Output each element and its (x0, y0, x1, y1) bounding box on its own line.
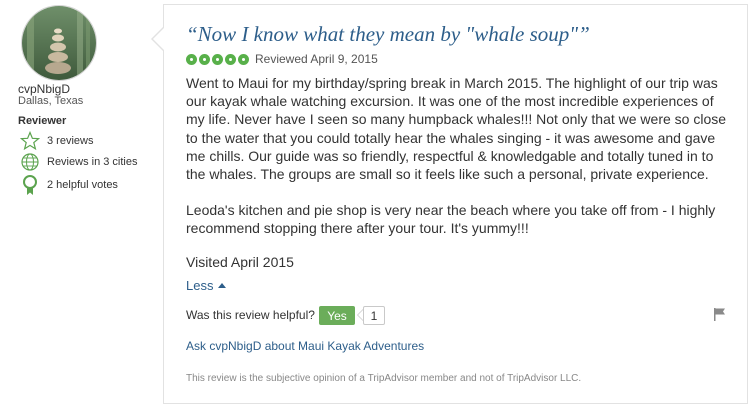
review-paragraph: Went to Maui for my birthday/spring brea… (186, 75, 727, 183)
avatar-image (22, 6, 96, 80)
helpful-question: Was this review helpful? (186, 308, 315, 322)
helpful-count: 1 (363, 306, 385, 325)
avatar[interactable] (21, 5, 97, 81)
badge-helpful-votes-label: 2 helpful votes (47, 179, 118, 191)
rating-bubble (199, 53, 210, 65)
helpful-yes-button[interactable]: Yes (319, 306, 355, 325)
reviewer-username[interactable]: cvpNbigD (18, 82, 70, 96)
review-title[interactable]: “Now I know what they mean by "whale sou… (186, 22, 590, 47)
badge-reviews-label: 3 reviews (47, 135, 94, 147)
caret-up-icon (218, 283, 227, 288)
ask-reviewer-link[interactable]: Ask cvpNbigD about Maui Kayak Adventures (186, 339, 424, 353)
badge-helpful-votes[interactable]: 2 helpful votes (20, 175, 118, 195)
less-toggle[interactable]: Less (186, 278, 227, 293)
count-pointer-fill (358, 310, 363, 320)
rating-bubble (225, 53, 236, 65)
star-outline-icon (20, 131, 40, 151)
reviewed-date: Reviewed April 9, 2015 (255, 52, 378, 66)
rating-bubbles: Reviewed April 9, 2015 (186, 52, 378, 66)
badge-cities-label: Reviews in 3 cities (47, 156, 138, 168)
rating-bubble (212, 53, 223, 65)
card-pointer-fill (153, 28, 164, 50)
rating-bubble (238, 53, 249, 65)
review-paragraph: Leoda's kitchen and pie shop is very nea… (186, 202, 716, 237)
rating-bubble (186, 53, 197, 65)
ribbon-icon (20, 175, 40, 195)
reviewer-level-title: Reviewer (18, 115, 67, 127)
flag-icon[interactable] (712, 306, 728, 322)
review-body: Went to Maui for my birthday/spring brea… (186, 74, 736, 238)
reviewer-sidebar: cvpNbigD Dallas, Texas Reviewer 3 review… (0, 0, 160, 408)
badge-reviews[interactable]: 3 reviews (20, 131, 93, 151)
less-label: Less (186, 278, 214, 293)
reviewer-location: Dallas, Texas (18, 95, 84, 107)
visited-date: Visited April 2015 (186, 254, 294, 270)
badge-cities[interactable]: Reviews in 3 cities (20, 152, 137, 172)
globe-icon (20, 152, 40, 172)
disclaimer: This review is the subjective opinion of… (186, 373, 582, 384)
